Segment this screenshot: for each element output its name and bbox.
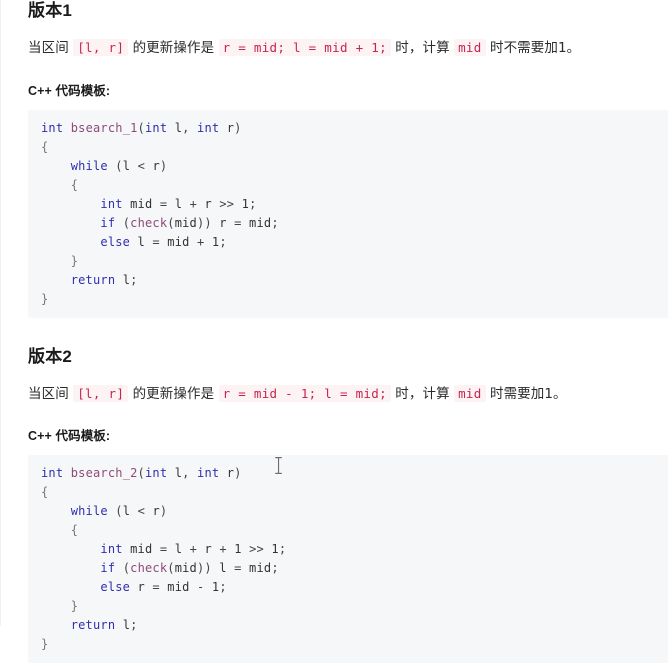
inline-code-update-operation: r = mid - 1; l = mid;: [218, 384, 391, 402]
code-block-bsearch-2[interactable]: int bsearch_2(int l, int r) { while (l <…: [28, 455, 668, 663]
inline-code-mid: mid: [454, 38, 486, 56]
paragraph-middle-text-2: 时，计算: [390, 39, 455, 56]
inline-code-interval-range: [l, r]: [73, 38, 129, 56]
paragraph-lead-text: 当区间: [28, 385, 74, 402]
paragraph-tail-text: 时不需要加1。: [485, 39, 581, 56]
paragraph-middle-text-1: 的更新操作是: [128, 385, 219, 402]
paragraph-lead-text: 当区间: [28, 39, 74, 56]
inline-code-interval-range: [l, r]: [73, 384, 129, 402]
paragraph-tail-text: 时需要加1。: [485, 385, 567, 402]
paragraph-version-2: 当区间 [l, r] 的更新操作是 r = mid - 1; l = mid; …: [28, 381, 668, 408]
section-heading-version-2: 版本2: [28, 346, 73, 366]
code-block-bsearch-1[interactable]: int bsearch_1(int l, int r) { while (l <…: [28, 109, 668, 318]
inline-code-mid: mid: [454, 384, 486, 402]
code-template-label-version-1: C++ 代码模板:: [28, 83, 111, 98]
inline-code-update-operation: r = mid; l = mid + 1;: [218, 38, 391, 56]
paragraph-middle-text-1: 的更新操作是: [128, 39, 219, 56]
code-template-label-version-2: C++ 代码模板:: [28, 429, 111, 444]
section-heading-version-1: 版本1: [28, 1, 73, 20]
document-content: 版本1 当区间 [l, r] 的更新操作是 r = mid; l = mid +…: [1, 0, 668, 663]
paragraph-version-1: 当区间 [l, r] 的更新操作是 r = mid; l = mid + 1; …: [28, 35, 668, 62]
paragraph-middle-text-2: 时，计算: [390, 385, 455, 402]
document-page: 版本1 当区间 [l, r] 的更新操作是 r = mid; l = mid +…: [0, 0, 668, 663]
